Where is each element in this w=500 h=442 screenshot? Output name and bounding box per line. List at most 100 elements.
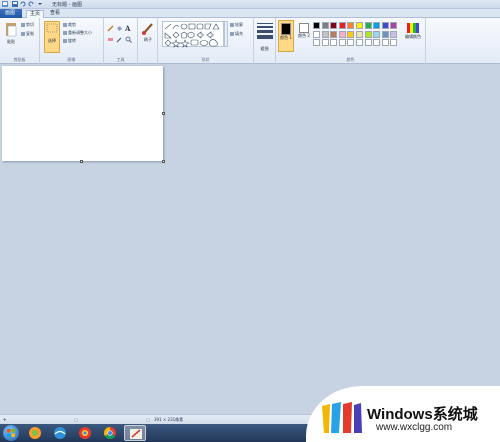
palette-swatch[interactable] (313, 39, 320, 47)
pencil-icon[interactable] (107, 25, 114, 32)
color1-button[interactable]: 颜色 1 (278, 20, 294, 52)
palette-swatch[interactable] (364, 30, 372, 38)
cursor-position-icon: ✛ (3, 417, 7, 422)
palette-swatch[interactable] (356, 30, 363, 38)
taskbar-paint[interactable] (124, 425, 146, 441)
cut-button[interactable]: 剪切 (21, 22, 34, 28)
colors-group-label: 颜色 (346, 57, 355, 62)
start-button[interactable] (3, 425, 19, 441)
shapes-scrollbar[interactable] (224, 21, 228, 47)
app-icon (54, 427, 66, 439)
tools-group: A 工具 (104, 18, 138, 64)
rotate-label: 旋转 (68, 38, 76, 43)
select-button[interactable]: 选择 (44, 21, 60, 53)
app-icon (29, 427, 41, 439)
image-group-label: 图像 (67, 57, 76, 62)
copy-button[interactable]: 复制 (21, 31, 34, 37)
taskbar-app-4[interactable] (99, 425, 121, 441)
resize-icon (63, 31, 67, 35)
palette-swatch[interactable] (373, 30, 381, 38)
palette-swatch[interactable] (330, 30, 338, 38)
palette-swatch[interactable] (338, 22, 346, 29)
resize-button[interactable]: 重新调整大小 (63, 30, 92, 36)
save-icon[interactable] (12, 1, 18, 7)
palette-swatch[interactable] (364, 39, 372, 47)
palette-swatch[interactable] (364, 22, 372, 29)
fill-button[interactable]: 填充 (230, 31, 243, 37)
outline-button[interactable]: 轮廓 (230, 22, 243, 28)
palette-swatch[interactable] (330, 39, 338, 47)
palette-swatch[interactable] (347, 39, 355, 47)
resize-handle-right[interactable] (162, 112, 165, 115)
taskbar-app-2[interactable] (49, 425, 71, 441)
watermark: Windows系统城 www.wxclgg.com (306, 386, 500, 442)
windows-logo-icon (7, 429, 15, 437)
color-palette (313, 22, 401, 48)
edit-colors-button[interactable]: 编辑颜色 (403, 22, 423, 50)
colors-group: 颜色 1 颜色 2 编辑颜色 颜色 (276, 18, 426, 64)
redo-icon[interactable] (28, 1, 34, 7)
palette-swatch[interactable] (381, 39, 389, 47)
tools-group-label: 工具 (116, 57, 125, 62)
rotate-button[interactable]: 旋转 (63, 38, 76, 44)
quick-access-dropdown-icon[interactable] (37, 1, 43, 7)
rotate-icon (63, 39, 67, 43)
size-group: 粗细 (254, 18, 276, 64)
tab-home[interactable]: 主页 (26, 10, 44, 18)
tab-view[interactable]: 查看 (46, 10, 64, 18)
brushes-label: 刷子 (144, 37, 152, 42)
palette-swatch[interactable] (390, 30, 398, 38)
shapes-group: 轮廓 填充 形状 (158, 18, 254, 64)
eraser-icon[interactable] (107, 36, 114, 43)
resize-handle-corner[interactable] (162, 160, 165, 163)
fill-bucket-icon[interactable] (116, 25, 123, 32)
magnifier-icon[interactable] (125, 36, 132, 43)
fill-label: 填充 (235, 31, 243, 36)
undo-icon[interactable] (20, 1, 26, 7)
paint-menu-button[interactable]: 画图 (0, 9, 22, 18)
brushes-button[interactable]: 刷子 (140, 21, 156, 47)
resize-handle-bottom[interactable] (80, 160, 83, 163)
canvas-workspace[interactable] (0, 64, 500, 414)
palette-swatch[interactable] (330, 22, 338, 29)
palette-swatch[interactable] (338, 30, 346, 38)
paste-label: 粘贴 (7, 39, 15, 44)
resize-label: 重新调整大小 (68, 30, 92, 35)
palette-swatch[interactable] (313, 30, 320, 38)
palette-swatch[interactable] (381, 30, 389, 38)
title-bar: 无标题 - 画图 (0, 0, 500, 9)
palette-swatch[interactable] (390, 22, 398, 29)
taskbar-app-1[interactable] (24, 425, 46, 441)
edit-colors-icon (407, 23, 419, 33)
palette-swatch[interactable] (347, 30, 355, 38)
paste-button[interactable]: 粘贴 (3, 21, 19, 51)
size-button[interactable] (257, 22, 273, 44)
palette-swatch[interactable] (356, 22, 363, 29)
color2-button[interactable]: 颜色 2 (296, 20, 312, 52)
palette-swatch[interactable] (338, 39, 346, 47)
watermark-title: Windows系统城 (367, 406, 478, 423)
palette-swatch[interactable] (321, 30, 329, 38)
cut-label: 剪切 (26, 22, 34, 27)
crop-button[interactable]: 裁剪 (63, 22, 76, 28)
palette-swatch[interactable] (321, 39, 329, 47)
shapes-group-label: 形状 (201, 57, 210, 62)
copy-icon (21, 32, 25, 36)
palette-swatch[interactable] (373, 22, 381, 29)
palette-swatch[interactable] (356, 39, 363, 47)
palette-swatch[interactable] (313, 22, 320, 29)
text-tool-icon[interactable]: A (125, 24, 132, 33)
palette-swatch[interactable] (373, 39, 381, 47)
drawing-canvas[interactable] (2, 66, 163, 161)
palette-swatch[interactable] (321, 22, 329, 29)
scissors-icon (21, 23, 25, 27)
color-picker-icon[interactable] (116, 36, 123, 43)
paint-app-icon[interactable] (2, 1, 8, 7)
size-label: 粗细 (260, 46, 269, 51)
palette-swatch[interactable] (390, 39, 398, 47)
taskbar-app-3[interactable] (74, 425, 96, 441)
palette-swatch[interactable] (381, 22, 389, 29)
palette-swatch[interactable] (347, 22, 355, 29)
ribbon-tabs: 画图 主页 查看 (0, 9, 500, 18)
shapes-gallery[interactable] (162, 21, 224, 48)
